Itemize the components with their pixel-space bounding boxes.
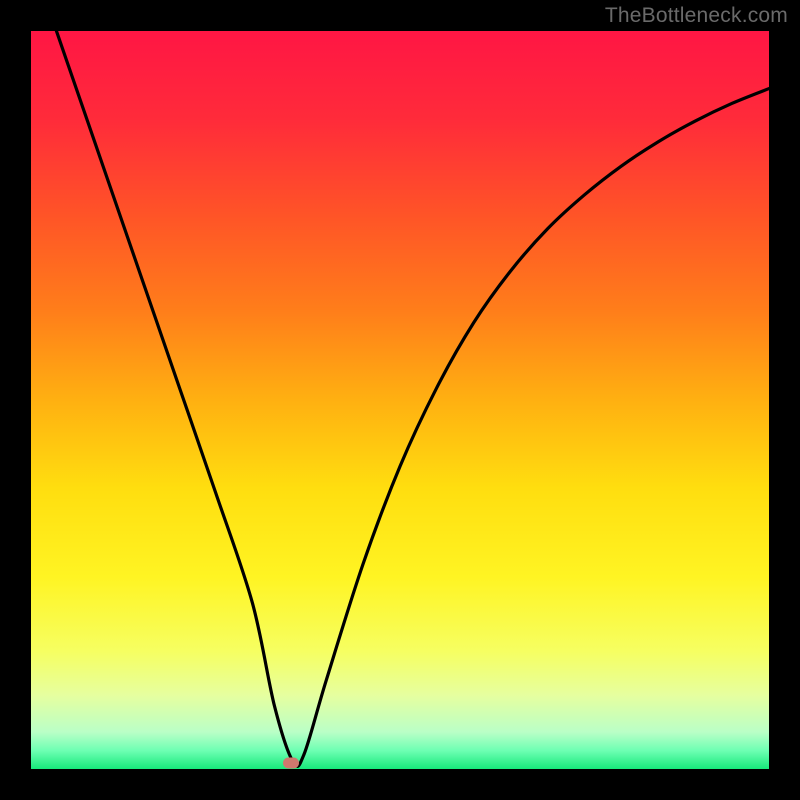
bottleneck-curve [31, 31, 769, 769]
watermark-text: TheBottleneck.com [605, 4, 788, 28]
plot-area [31, 31, 769, 769]
chart-stage: TheBottleneck.com [0, 0, 800, 800]
optimal-point-marker [283, 758, 299, 769]
